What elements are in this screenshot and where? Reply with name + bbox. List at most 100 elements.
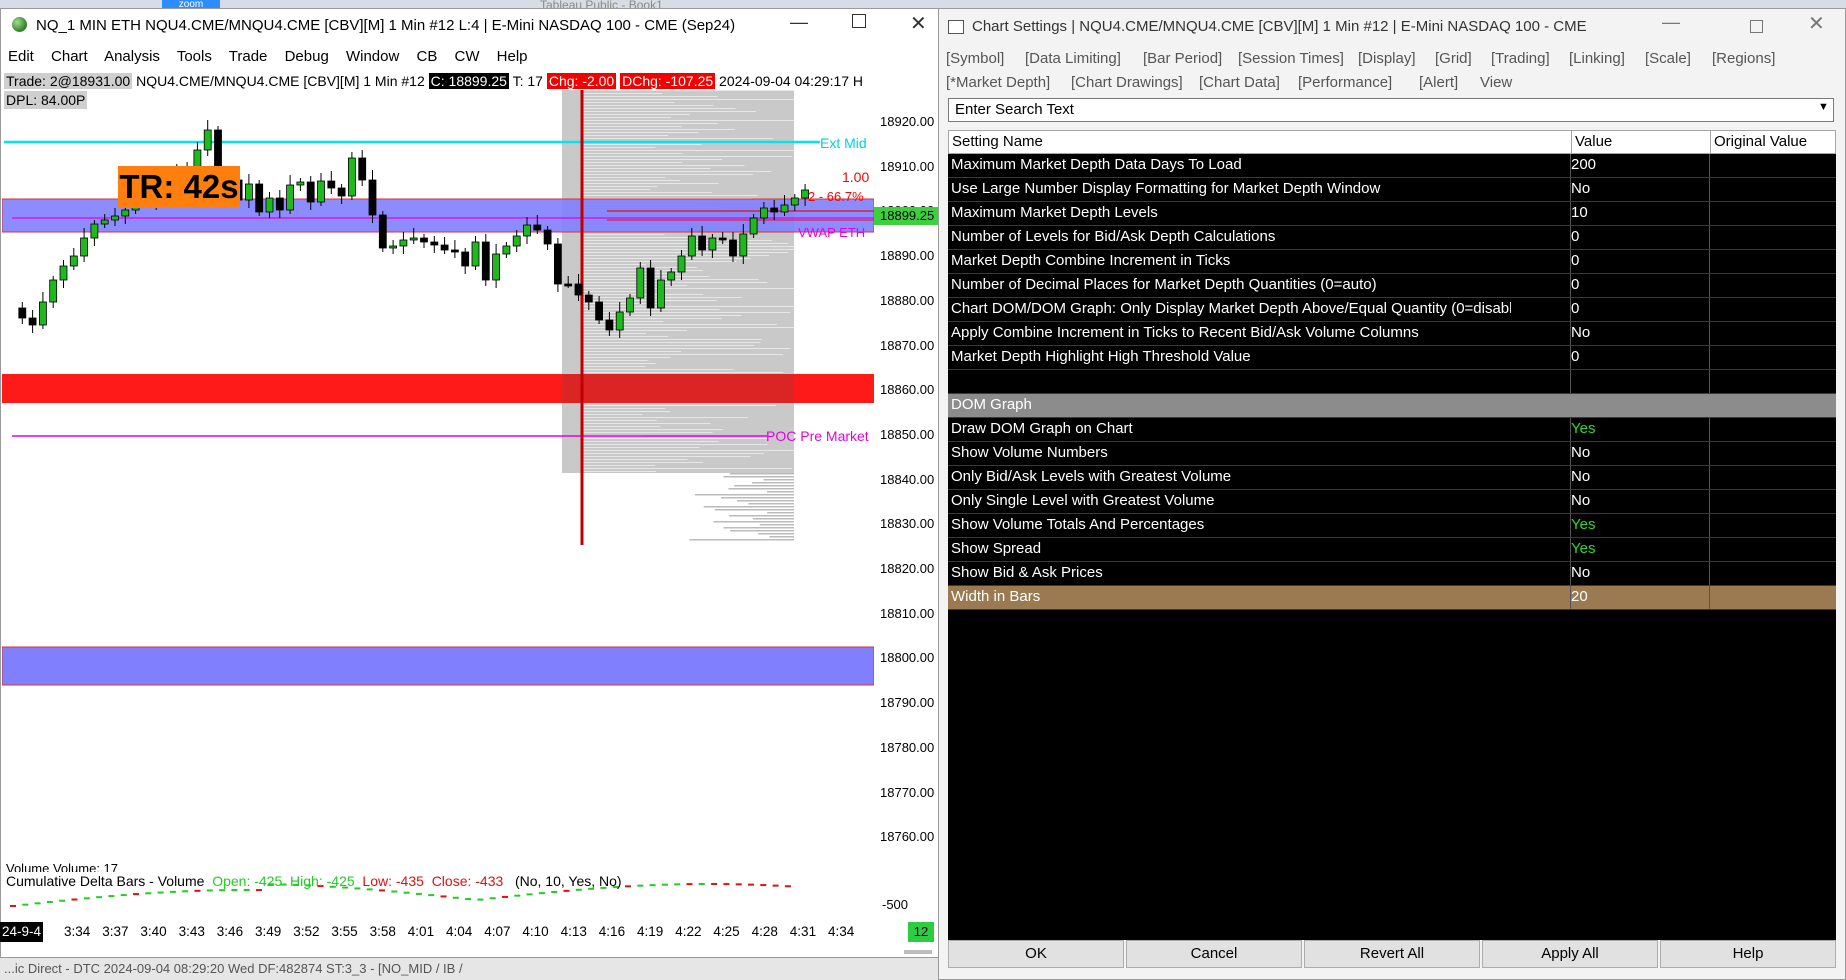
volume-profile-bar [582,114,690,115]
dialog-close-icon[interactable]: ✕ [1808,11,1825,36]
menu-edit[interactable]: Edit [8,48,34,65]
menu-chart[interactable]: Chart [51,48,88,65]
delta-study-name: Cumulative Delta Bars - Volume [6,873,205,889]
menu-help[interactable]: Help [497,48,528,65]
setting-value[interactable]: No [1571,562,1709,584]
cumulative-delta-bar [83,897,90,900]
setting-row[interactable]: Apply Combine Increment in Ticks to Rece… [948,322,1836,346]
settings-tab[interactable]: [*Market Depth] [946,74,1050,91]
volume-profile-bar [582,354,784,355]
settings-tab[interactable]: [Data Limiting] [1025,50,1121,67]
setting-value[interactable]: Yes [1571,538,1709,560]
setting-value[interactable]: No [1571,322,1709,344]
setting-row[interactable]: Market Depth Combine Increment in Ticks 0 [948,250,1836,274]
chart-scrollbar[interactable] [904,950,932,954]
volume-profile-bar [689,539,794,541]
price-axis[interactable] [874,70,938,908]
setting-row[interactable]: Use Large Number Display Formatting for … [948,178,1836,202]
menu-cb[interactable]: CB [416,48,437,65]
setting-value[interactable]: No [1571,442,1709,464]
column-original-value[interactable]: Original Value [1714,133,1807,150]
down-candle [275,197,284,211]
setting-row[interactable]: Show Spread Yes [948,538,1836,562]
column-value[interactable]: Value [1575,133,1612,150]
menu-debug[interactable]: Debug [285,48,329,65]
setting-row[interactable]: Chart DOM/DOM Graph: Only Display Market… [948,298,1836,322]
settings-tab[interactable]: [Alert] [1419,74,1458,91]
minimize-icon[interactable]: — [790,12,808,33]
current-price-marker: 18899.25 [874,207,940,225]
cancel-button[interactable]: Cancel [1126,940,1302,968]
close-icon[interactable]: ✕ [910,11,927,36]
cell-divider [1709,586,1710,610]
dialog-maximize-icon[interactable] [1750,20,1763,33]
setting-row[interactable]: Number of Decimal Places for Market Dept… [948,274,1836,298]
setting-row[interactable]: Show Volume Totals And Percentages Yes [948,514,1836,538]
volume-profile-bar [582,102,675,103]
settings-tab[interactable]: [Scale] [1645,50,1691,67]
settings-tab[interactable]: [Grid] [1435,50,1472,67]
setting-row[interactable]: DOM Graph [948,394,1836,418]
setting-row[interactable]: Show Volume Numbers No [948,442,1836,466]
setting-row[interactable]: Only Single Level with Greatest Volume No [948,490,1836,514]
settings-tab[interactable]: [Symbol] [946,50,1004,67]
settings-tab[interactable]: View [1480,74,1512,91]
volume-profile-bar [582,135,669,136]
setting-row[interactable]: Draw DOM Graph on Chart Yes [948,418,1836,442]
dialog-minimize-icon[interactable]: — [1662,12,1680,33]
setting-row[interactable]: Only Bid/Ask Levels with Greatest Volume… [948,466,1836,490]
help-button[interactable]: Help [1660,940,1836,968]
settings-tab[interactable]: [Chart Drawings] [1071,74,1183,91]
settings-tab[interactable]: [Display] [1358,50,1416,67]
menu-cw[interactable]: CW [455,48,480,65]
cumulative-delta-bar [465,898,472,901]
menu-tools[interactable]: Tools [177,48,212,65]
settings-tab[interactable]: [Chart Data] [1199,74,1280,91]
setting-value[interactable]: 0 [1571,250,1709,272]
column-setting-name[interactable]: Setting Name [952,133,1043,150]
search-dropdown-chevron-down-icon[interactable]: ▼ [1818,101,1829,113]
setting-value[interactable]: Yes [1571,418,1709,440]
setting-row[interactable]: Number of Levels for Bid/Ask Depth Calcu… [948,226,1836,250]
volume-profile-bar [723,476,794,478]
settings-tab[interactable]: [Trading] [1491,50,1550,67]
setting-row[interactable]: Market Depth Highlight High Threshold Va… [948,346,1836,370]
setting-value[interactable]: 0 [1571,298,1709,320]
settings-search-input[interactable]: Enter Search Text [948,98,1834,122]
settings-tab[interactable]: [Regions] [1712,50,1775,67]
setting-value[interactable]: 10 [1571,202,1709,224]
setting-value[interactable]: No [1571,490,1709,512]
setting-row[interactable]: Width in Bars 20 [948,586,1836,610]
setting-value[interactable]: 200 [1571,154,1709,176]
volume-profile-bar [582,195,758,196]
maximize-icon[interactable] [852,14,866,28]
menu-window[interactable]: Window [346,48,399,65]
settings-tab[interactable]: [Bar Period] [1143,50,1222,67]
setting-value[interactable]: Yes [1571,514,1709,536]
settings-tab[interactable]: [Performance] [1298,74,1392,91]
setting-value[interactable]: 0 [1571,346,1709,368]
chart-info-bar: Trade: 2@18931.00 NQU4.CME/MNQU4.CME [CB… [4,71,863,91]
volume-profile-bar [582,411,670,412]
menu-trade[interactable]: Trade [229,48,268,65]
setting-value[interactable]: No [1571,466,1709,488]
revert-all-button[interactable]: Revert All [1304,940,1480,968]
menu-analysis[interactable]: Analysis [104,48,160,65]
settings-tab[interactable]: [Session Times] [1238,50,1344,67]
setting-value[interactable]: 0 [1571,226,1709,248]
time-axis-tick-label: 4:31 [789,924,817,939]
setting-value[interactable]: 0 [1571,274,1709,296]
cumulative-delta-bar [563,889,570,892]
vwap-label: VWAP ETH [798,225,866,240]
setting-row[interactable]: Maximum Market Depth Levels 10 [948,202,1836,226]
cumulative-delta-bar [551,890,558,893]
setting-row[interactable]: Show Bid & Ask Prices No [948,562,1836,586]
ok-button[interactable]: OK [948,940,1124,968]
setting-row[interactable] [948,370,1836,394]
apply-all-button[interactable]: Apply All [1482,940,1658,968]
setting-value[interactable]: No [1571,178,1709,200]
setting-row[interactable]: Maximum Market Depth Data Days To Load 20… [948,154,1836,178]
settings-tab[interactable]: [Linking] [1569,50,1625,67]
setting-value[interactable]: 20 [1571,586,1709,608]
cumulative-delta-bar [649,884,656,887]
